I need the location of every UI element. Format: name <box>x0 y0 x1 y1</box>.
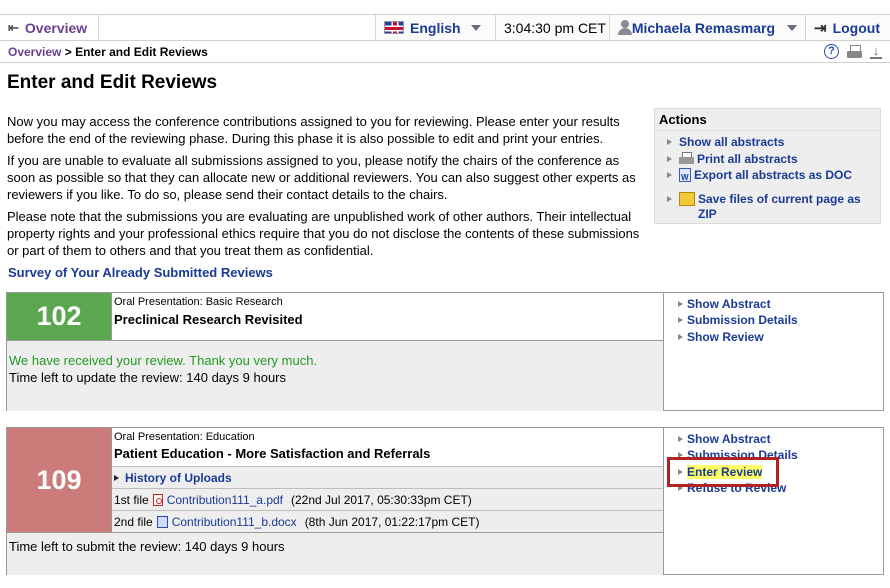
intro-text: Now you may access the conference contri… <box>7 113 647 264</box>
current-time: 3:04:30 pm CET <box>504 19 606 36</box>
user-menu[interactable]: Michaela Remasmarg <box>610 15 806 40</box>
actions-panel: Actions Show all abstracts Print all abs… <box>654 108 881 224</box>
breadcrumb-overview-link[interactable]: Overview <box>8 45 61 59</box>
logout-label: Logout <box>832 19 880 36</box>
file-row: 2nd file Contribution111_b.docx (8th Jun… <box>112 510 663 532</box>
clock-display: 3:04:30 pm CET <box>496 15 610 40</box>
triangle-right-icon <box>678 317 683 323</box>
triangle-right-icon <box>667 172 672 178</box>
printer-icon <box>679 152 694 165</box>
zip-archive-icon <box>679 192 695 206</box>
download-icon[interactable]: ↓ <box>870 44 882 59</box>
back-arrow-icon: ⇤ <box>8 19 19 35</box>
page-tools: ? ↓ <box>824 44 882 59</box>
link-label: Show Review <box>687 330 764 344</box>
action-label: Save files of current page as ZIP <box>698 192 861 221</box>
triangle-right-icon <box>678 301 683 307</box>
file-row: 1st file Contribution111_a.pdf (22nd Jul… <box>112 488 663 510</box>
actions-heading: Actions <box>655 109 880 131</box>
language-selector[interactable]: English <box>376 15 496 40</box>
top-bar: ⇤ Overview English 3:04:30 pm CET Michae… <box>0 14 890 41</box>
logout-button[interactable]: ⇥ Logout <box>806 15 890 40</box>
triangle-right-icon <box>667 156 672 162</box>
action-print-all-abstracts[interactable]: Print all abstracts <box>667 152 798 167</box>
link-label: Show Abstract <box>687 297 771 311</box>
link-label: Submission Details <box>687 313 798 327</box>
file-date: (8th Jun 2017, 01:22:17pm CET) <box>304 514 480 529</box>
breadcrumb-current: Enter and Edit Reviews <box>75 44 208 59</box>
review-status-area: Time left to submit the review: 140 days… <box>7 532 663 575</box>
chevron-down-icon <box>787 24 797 31</box>
show-abstract-link[interactable]: Show Abstract <box>678 297 771 311</box>
page-title: Enter and Edit Reviews <box>7 72 218 93</box>
triangle-right-icon <box>667 196 672 202</box>
show-abstract-link[interactable]: Show Abstract <box>678 432 771 446</box>
word-document-icon <box>156 515 168 528</box>
print-icon[interactable] <box>847 44 862 59</box>
submission-actions: Show Abstract Submission Details Enter R… <box>663 428 884 574</box>
word-document-icon <box>679 168 691 185</box>
file-link[interactable]: Contribution111_a.pdf <box>167 493 283 507</box>
submission-card-102: 102 Oral Presentation: Basic Research Pr… <box>6 292 884 411</box>
intro-paragraph: If you are unable to evaluate all submis… <box>7 153 636 202</box>
submission-category: Oral Presentation: Education <box>114 431 255 443</box>
overview-label: Overview <box>24 19 88 36</box>
action-label: Export all abstracts as DOC <box>694 168 853 182</box>
file-link[interactable]: Contribution111_b.docx <box>172 515 297 529</box>
submission-number: 102 <box>36 301 82 331</box>
enter-review-highlight-frame <box>667 457 779 487</box>
action-show-all-abstracts[interactable]: Show all abstracts <box>667 135 784 150</box>
history-of-uploads-toggle[interactable]: History of Uploads <box>112 466 663 488</box>
show-review-link[interactable]: Show Review <box>678 330 764 344</box>
submission-title: Patient Education - More Satisfaction an… <box>114 446 431 461</box>
triangle-right-icon <box>114 474 119 481</box>
survey-link[interactable]: Survey of Your Already Submitted Reviews <box>8 265 273 280</box>
uk-flag-icon <box>384 21 404 34</box>
chevron-down-icon <box>470 24 481 31</box>
file-index: 2nd file <box>114 514 153 529</box>
submission-details-link[interactable]: Submission Details <box>678 313 798 327</box>
time-left-text: Time left to update the review: 140 days… <box>9 370 287 385</box>
action-label: Show all abstracts <box>679 135 785 149</box>
intro-paragraph: Please note that the submissions you are… <box>7 209 640 258</box>
history-label: History of Uploads <box>125 470 232 485</box>
language-label: English <box>410 19 461 36</box>
intro-paragraph: Now you may access the conference contri… <box>7 114 620 146</box>
pdf-file-icon <box>152 493 163 506</box>
user-name: Michaela Remasmarg <box>631 19 775 36</box>
file-date: (22nd Jul 2017, 05:30:33pm CET) <box>291 492 472 507</box>
submission-number-badge: 109 <box>7 428 112 532</box>
logout-icon: ⇥ <box>814 19 827 37</box>
action-save-zip[interactable]: Save files of current page as ZIP <box>667 192 867 222</box>
submission-card-109: 109 Oral Presentation: Education Patient… <box>6 427 884 575</box>
review-status-area: We have received your review. Thank you … <box>7 340 663 411</box>
triangle-right-icon <box>678 334 683 340</box>
file-index: 1st file <box>114 492 149 507</box>
help-icon[interactable]: ? <box>824 44 839 59</box>
breadcrumb: Overview > Enter and Edit Reviews ? ↓ <box>0 41 890 63</box>
triangle-right-icon <box>678 436 683 442</box>
submission-category: Oral Presentation: Basic Research <box>114 296 283 308</box>
breadcrumb-separator: > <box>61 44 76 59</box>
overview-nav-button[interactable]: ⇤ Overview <box>0 15 99 40</box>
submission-number: 109 <box>36 464 82 495</box>
topbar-spacer <box>99 15 376 40</box>
submission-title: Preclinical Research Revisited <box>114 312 303 327</box>
link-label: Show Abstract <box>687 432 771 446</box>
submission-actions: Show Abstract Submission Details Show Re… <box>663 293 884 410</box>
triangle-right-icon <box>667 139 672 145</box>
action-label: Print all abstracts <box>697 152 798 166</box>
user-icon <box>618 20 632 35</box>
review-received-message: We have received your review. Thank you … <box>9 353 318 368</box>
time-left-text: Time left to submit the review: 140 days… <box>9 539 285 554</box>
action-export-doc[interactable]: Export all abstracts as DOC <box>667 168 853 185</box>
submission-number-badge: 102 <box>7 293 112 340</box>
